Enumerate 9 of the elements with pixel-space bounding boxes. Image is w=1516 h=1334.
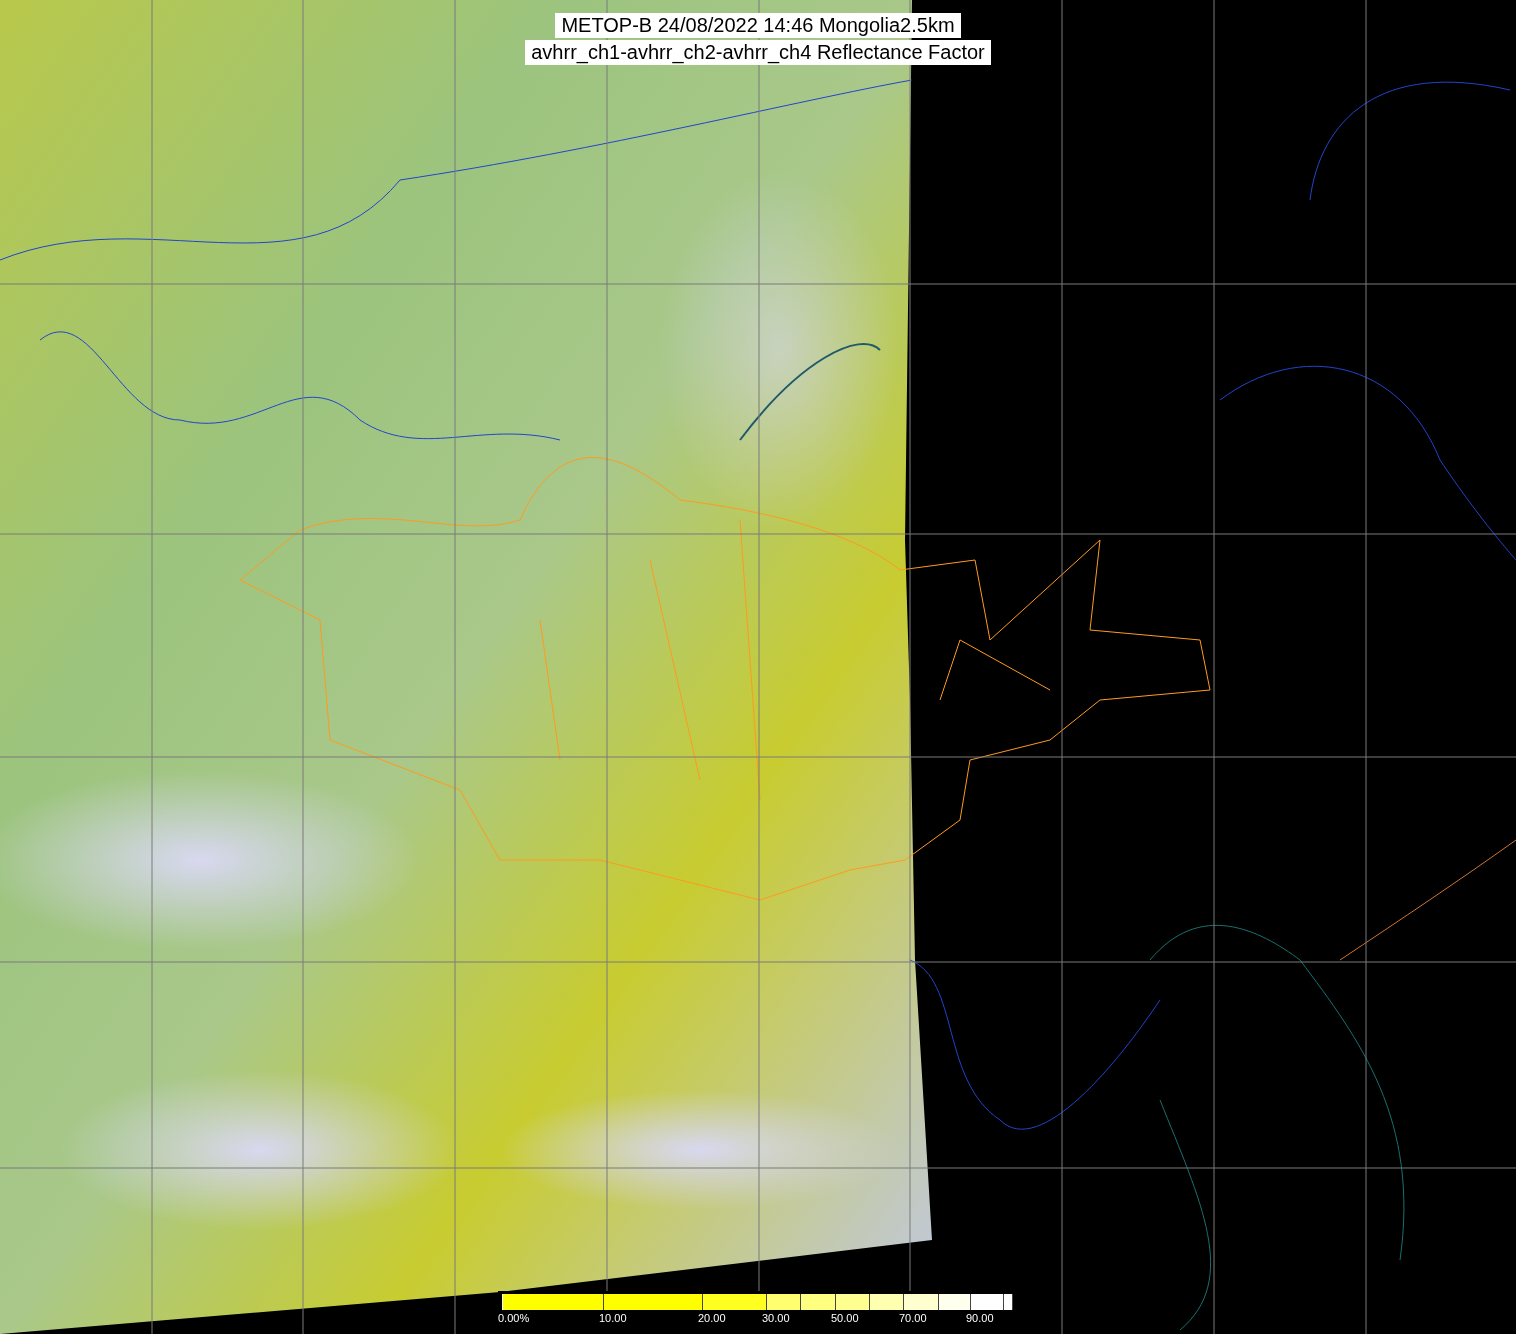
- colorbar-label: 20.00: [698, 1312, 726, 1324]
- colorbar-label: 50.00: [831, 1312, 859, 1324]
- colorbar-label: 10.00: [599, 1312, 627, 1324]
- map-title: avhrr_ch1-avhrr_ch2-avhrr_ch4 Reflectance Factor: [525, 40, 991, 65]
- colorbar-label: 0.00%: [498, 1312, 530, 1324]
- colorbar-label: 30.00: [762, 1312, 790, 1324]
- map-title: METOP-B 24/08/2022 14:46 Mongolia2.5km: [555, 13, 961, 38]
- colorbar-label: 70.00: [899, 1312, 927, 1324]
- colorbar-label: 90.00: [966, 1312, 994, 1324]
